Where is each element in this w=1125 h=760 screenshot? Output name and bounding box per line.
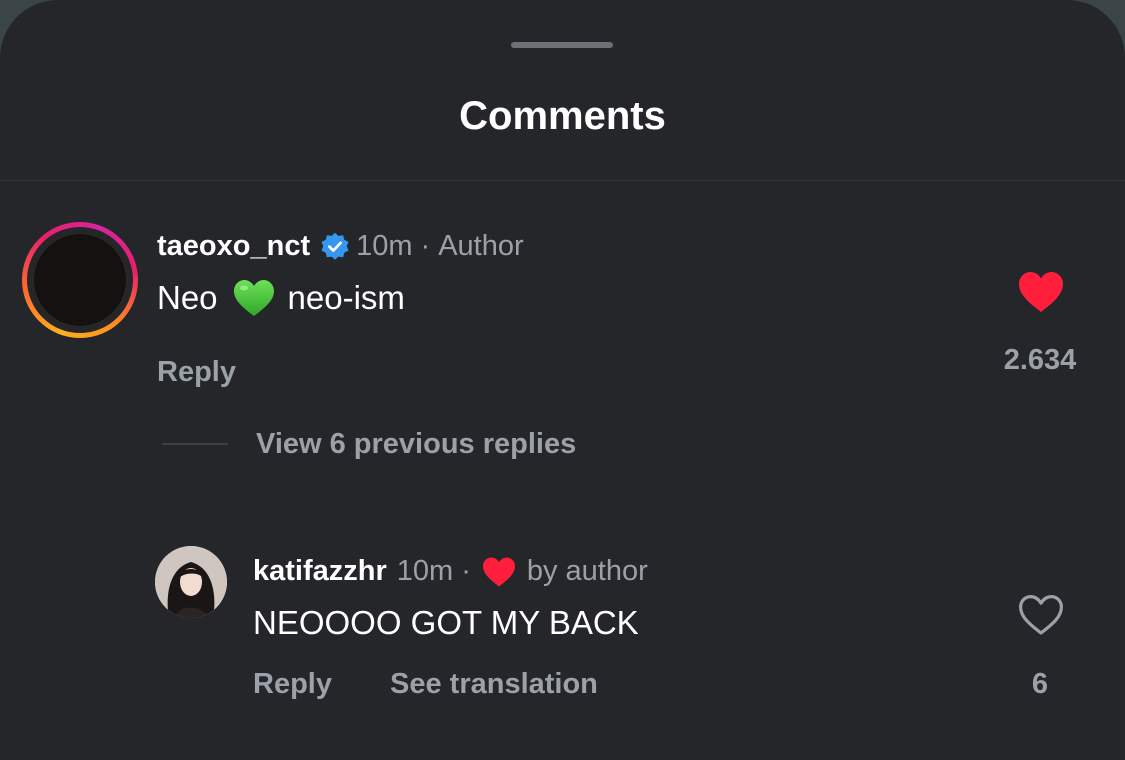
avatar-photo bbox=[155, 546, 227, 618]
comments-sheet: Comments taeoxo_nct 10m · Author Neo neo bbox=[0, 0, 1125, 760]
comment-header: katifazzhr 10m · by author bbox=[253, 555, 648, 588]
verified-badge-icon bbox=[321, 232, 349, 260]
comment-time: 10m bbox=[396, 555, 454, 587]
sheet-title: Comments bbox=[459, 94, 666, 138]
liked-by-author-label: by author bbox=[526, 555, 648, 587]
comment-time: 10m bbox=[356, 230, 413, 262]
green-heart-emoji-icon bbox=[233, 280, 274, 316]
username[interactable]: taeoxo_nct bbox=[157, 230, 310, 263]
heart-filled-icon[interactable] bbox=[1017, 270, 1065, 314]
view-replies-button[interactable]: View 6 previous replies bbox=[256, 428, 576, 461]
reply-button[interactable]: Reply bbox=[157, 356, 236, 389]
replies-line bbox=[162, 443, 228, 445]
avatar bbox=[32, 232, 128, 328]
comment-text-part: neo-ism bbox=[287, 279, 405, 316]
comment-header: taeoxo_nct 10m · Author bbox=[157, 230, 524, 263]
avatar[interactable] bbox=[155, 546, 227, 618]
comment-text: Neo neo-ism bbox=[157, 278, 405, 318]
header-divider bbox=[0, 180, 1125, 181]
comment-text: NEOOOO GOT MY BACK bbox=[253, 604, 639, 641]
like-count: 2.634 bbox=[1003, 344, 1077, 376]
heart-filled-icon bbox=[482, 556, 515, 587]
avatar-story-ring[interactable] bbox=[22, 222, 138, 338]
author-tag: Author bbox=[438, 230, 524, 262]
comment-text-part: Neo bbox=[157, 279, 218, 316]
heart-outline-icon[interactable] bbox=[1017, 593, 1065, 637]
username[interactable]: katifazzhr bbox=[253, 555, 387, 588]
drag-handle[interactable] bbox=[511, 42, 613, 48]
like-count: 6 bbox=[1031, 668, 1049, 700]
separator: · bbox=[461, 555, 471, 587]
separator: · bbox=[420, 230, 431, 262]
reply-button[interactable]: Reply bbox=[253, 668, 332, 701]
see-translation-button[interactable]: See translation bbox=[390, 668, 598, 701]
